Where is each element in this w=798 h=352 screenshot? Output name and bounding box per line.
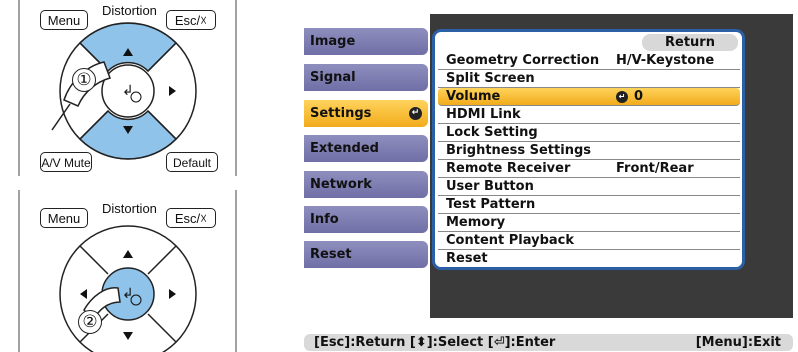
item-content-playback[interactable]: Content Playback (438, 232, 740, 250)
esc-button: Esc/☓ (166, 10, 216, 30)
esc-button: Esc/☓ (166, 208, 216, 228)
menu-button: Menu (40, 208, 88, 228)
help-bar-left: [Esc]:Return [⬍]:Select [⏎]:Enter (314, 335, 556, 350)
item-lock-setting[interactable]: Lock Setting (438, 124, 740, 142)
enter-icon: ↵ (409, 107, 422, 120)
menu-button: Menu (40, 10, 88, 30)
item-volume[interactable]: Volume ↵ 0 (438, 88, 740, 106)
category-signal[interactable]: Signal (304, 64, 428, 91)
category-network[interactable]: Network (304, 171, 428, 198)
item-user-button[interactable]: User Button (438, 178, 740, 196)
item-split-screen[interactable]: Split Screen (438, 70, 740, 88)
distortion-label: Distortion (102, 3, 157, 18)
svg-text:↲: ↲ (122, 286, 134, 302)
step-number-1: ① (72, 68, 96, 92)
category-info[interactable]: Info (304, 206, 428, 233)
enter-icon: ↵ (616, 91, 628, 103)
item-memory[interactable]: Memory (438, 214, 740, 232)
category-reset[interactable]: Reset (304, 241, 428, 268)
svg-text:↲: ↲ (122, 83, 134, 99)
submenu-header: Return (438, 34, 740, 52)
item-reset[interactable]: Reset (438, 250, 740, 268)
item-hdmi-link[interactable]: HDMI Link (438, 106, 740, 124)
submenu-list: Return Geometry Correction H/V-Keystone S… (438, 34, 740, 268)
category-image[interactable]: Image (304, 28, 428, 55)
default-button: Default (166, 152, 218, 172)
projector-menu: Image Signal Settings ↵ Extended Network … (304, 14, 793, 318)
item-geometry-correction[interactable]: Geometry Correction H/V-Keystone (438, 52, 740, 70)
remote-diagram-step1: ↲ Menu Distortion Esc/☓ A/V Mute Default… (0, 0, 250, 180)
category-settings[interactable]: Settings ↵ (304, 100, 428, 127)
step-number-2: ② (78, 310, 102, 334)
help-bar: [Esc]:Return [⬍]:Select [⏎]:Enter [Menu]… (304, 334, 793, 351)
help-bar-right: [Menu]:Exit (695, 335, 781, 350)
item-remote-receiver[interactable]: Remote Receiver Front/Rear (438, 160, 740, 178)
item-brightness-settings[interactable]: Brightness Settings (438, 142, 740, 160)
distortion-label: Distortion (102, 201, 157, 216)
item-test-pattern[interactable]: Test Pattern (438, 196, 740, 214)
return-button[interactable]: Return (642, 34, 738, 51)
category-extended[interactable]: Extended (304, 135, 428, 162)
category-column: Image Signal Settings ↵ Extended Network … (304, 14, 430, 318)
remote-diagram-step2: ↲ Menu Distortion Esc/☓ ② (0, 190, 250, 352)
av-mute-button: A/V Mute (40, 152, 92, 172)
